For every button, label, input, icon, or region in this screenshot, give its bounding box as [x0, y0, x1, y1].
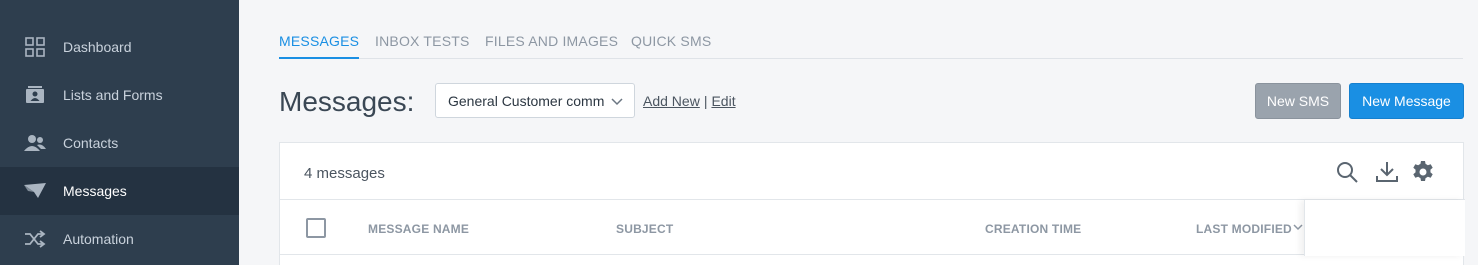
new-message-button[interactable]: New Message — [1349, 83, 1464, 119]
main-content: MESSAGES INBOX TESTS FILES AND IMAGES QU… — [239, 0, 1478, 265]
chevron-down-icon — [610, 94, 624, 111]
sidebar-item-label: Automation — [63, 231, 134, 247]
shuffle-icon — [24, 228, 46, 250]
contact-card-icon — [24, 84, 46, 106]
column-header-subject[interactable]: SUBJECT — [616, 222, 673, 236]
tab-quick-sms[interactable]: QUICK SMS — [631, 33, 711, 59]
add-new-link[interactable]: Add New — [643, 93, 700, 109]
link-separator: | — [703, 93, 708, 109]
select-all-checkbox[interactable] — [306, 218, 326, 238]
sidebar: Dashboard Lists and Forms Contacts Messa… — [0, 0, 239, 265]
list-select-value: General Customer comm — [448, 92, 605, 109]
page-title: Messages: — [279, 86, 415, 117]
people-icon — [24, 132, 46, 154]
tab-bar: MESSAGES INBOX TESTS FILES AND IMAGES QU… — [279, 0, 1463, 59]
list-actions: Add New | Edit — [643, 93, 736, 109]
sidebar-item-label: Messages — [63, 183, 127, 199]
table-header: MESSAGE NAME SUBJECT CREATION TIME LAST … — [280, 199, 1465, 256]
sidebar-item-label: Lists and Forms — [63, 87, 163, 103]
tab-messages[interactable]: MESSAGES — [279, 33, 360, 59]
sidebar-item-label: Dashboard — [63, 39, 132, 55]
paper-plane-icon — [24, 180, 46, 202]
sidebar-item-dashboard[interactable]: Dashboard — [0, 23, 239, 71]
grid-icon — [24, 36, 46, 58]
sidebar-item-automation[interactable]: Automation — [0, 215, 239, 263]
search-icon[interactable] — [1335, 160, 1359, 184]
tab-files-and-images[interactable]: FILES AND IMAGES — [485, 33, 618, 59]
sidebar-item-messages[interactable]: Messages — [0, 167, 239, 215]
sidebar-item-label: Contacts — [63, 135, 119, 151]
messages-panel: 4 messages MESSAGE NAME SUBJECT CREATION… — [279, 142, 1465, 265]
list-select[interactable]: General Customer comm — [435, 83, 635, 118]
sidebar-item-lists-and-forms[interactable]: Lists and Forms — [0, 71, 239, 119]
edit-link[interactable]: Edit — [711, 93, 735, 109]
tab-inbox-tests[interactable]: INBOX TESTS — [375, 33, 470, 59]
sort-chevron-down-icon[interactable] — [1292, 220, 1304, 238]
sticky-actions-column — [1304, 200, 1465, 256]
sidebar-item-contacts[interactable]: Contacts — [0, 119, 239, 167]
column-header-message-name[interactable]: MESSAGE NAME — [368, 222, 469, 236]
gear-icon[interactable] — [1411, 160, 1435, 184]
download-icon[interactable] — [1375, 160, 1399, 184]
new-sms-button[interactable]: New SMS — [1255, 83, 1341, 119]
column-header-last-modified[interactable]: LAST MODIFIED — [1196, 222, 1292, 236]
message-count: 4 messages — [304, 165, 385, 182]
column-header-creation-time[interactable]: CREATION TIME — [985, 222, 1081, 236]
